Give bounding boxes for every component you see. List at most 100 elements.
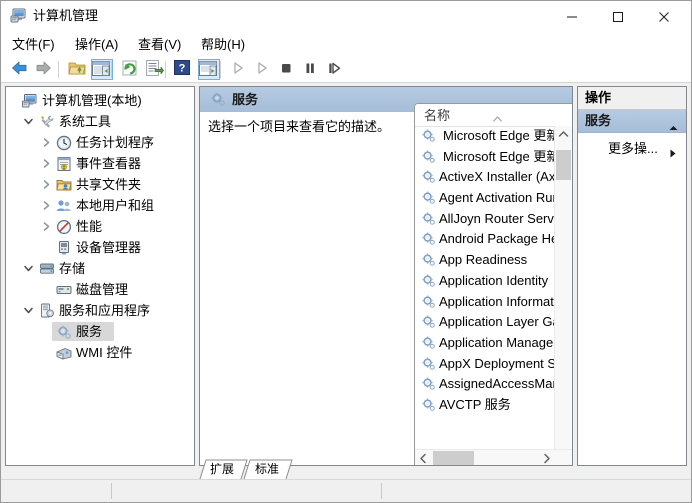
toolbar: ? xyxy=(1,57,691,83)
show-hide-action-pane-button[interactable] xyxy=(198,59,220,80)
table-row[interactable]: AssignedAccessMana xyxy=(415,374,555,395)
back-button[interactable] xyxy=(9,59,31,80)
show-hide-console-tree-button[interactable] xyxy=(91,59,113,80)
table-row[interactable]: Application Informati xyxy=(415,292,555,313)
chevron-up-icon[interactable] xyxy=(669,118,678,124)
chevron-down-icon[interactable] xyxy=(22,115,35,128)
service-gear-icon xyxy=(421,397,436,412)
service-gear-icon xyxy=(421,376,436,391)
service-name: Android Package He xyxy=(439,230,555,248)
service-gear-icon xyxy=(421,211,436,226)
scrollbar-thumb[interactable] xyxy=(556,150,571,180)
service-name: App Readiness xyxy=(439,251,527,269)
tree-node-services-and-applications[interactable]: 服务和应用程序 xyxy=(6,300,194,321)
chevron-down-icon[interactable] xyxy=(22,304,35,317)
console-tree-pane[interactable]: 计算机管理(本地) 系统工具 xyxy=(5,86,195,466)
tab-label: 标准 xyxy=(255,461,279,477)
menu-file[interactable]: 文件(F) xyxy=(7,35,60,54)
export-list-button[interactable] xyxy=(144,59,166,80)
chevron-right-icon[interactable] xyxy=(40,220,53,233)
tree-node-system-tools[interactable]: 系统工具 xyxy=(6,111,194,132)
table-row[interactable]: Android Package He xyxy=(415,229,555,250)
services-list-vertical-scrollbar[interactable] xyxy=(554,126,572,466)
start-service-button[interactable] xyxy=(229,59,251,80)
table-row[interactable]: AppX Deployment Se xyxy=(415,354,555,375)
menu-help[interactable]: 帮助(H) xyxy=(196,35,250,54)
chevron-right-icon[interactable] xyxy=(40,157,53,170)
services-apps-icon xyxy=(39,303,55,319)
service-gear-icon xyxy=(421,169,436,184)
tree-node-services[interactable]: 服务 xyxy=(6,321,194,342)
service-name: Application Informati xyxy=(439,293,555,311)
actions-item-label: 更多操... xyxy=(608,140,658,157)
service-gear-icon xyxy=(421,294,436,309)
title-bar: 计算机管理 xyxy=(1,1,691,32)
scroll-left-button[interactable] xyxy=(415,450,432,466)
services-column-header[interactable]: 名称 xyxy=(415,104,572,127)
service-name: AVCTP 服务 xyxy=(439,396,511,414)
tree-node-label: 任务计划程序 xyxy=(76,134,154,151)
table-row[interactable]: Agent Activation Run xyxy=(415,188,555,209)
tree-node-label: 共享文件夹 xyxy=(76,176,141,193)
restart-service-button[interactable] xyxy=(253,59,275,80)
menu-view[interactable]: 查看(V) xyxy=(133,35,186,54)
actions-group-label: 服务 xyxy=(585,112,611,129)
chevron-right-icon[interactable] xyxy=(40,178,53,191)
services-list-panel: 名称 Microsoft Edge 更新 xyxy=(414,103,572,466)
tree-node-performance[interactable]: 性能 xyxy=(6,216,194,237)
window-title: 计算机管理 xyxy=(33,7,98,25)
submenu-arrow-icon xyxy=(670,145,676,154)
pause-icon xyxy=(301,59,319,77)
service-gear-icon xyxy=(421,335,436,350)
services-list-horizontal-scrollbar[interactable] xyxy=(415,449,572,466)
tree-node-shared-folders[interactable]: 共享文件夹 xyxy=(6,174,194,195)
tree-node-wmi-control[interactable]: WMI 控件 xyxy=(6,342,194,363)
maximize-button[interactable] xyxy=(595,1,641,32)
chevron-right-icon[interactable] xyxy=(40,136,53,149)
column-header-name: 名称 xyxy=(424,107,450,124)
actions-title-bar: 操作 xyxy=(578,87,686,110)
actions-group-header[interactable]: 服务 xyxy=(578,110,686,133)
table-row[interactable]: App Readiness xyxy=(415,250,555,271)
stop-icon xyxy=(277,59,295,77)
resume-service-button[interactable] xyxy=(325,59,347,80)
scroll-up-button[interactable] xyxy=(555,126,572,143)
table-row[interactable]: ActiveX Installer (AxIn xyxy=(415,167,555,188)
actions-pane: 操作 服务 更多操... xyxy=(577,86,687,466)
minimize-button[interactable] xyxy=(549,1,595,32)
chevron-right-icon[interactable] xyxy=(40,199,53,212)
tree-node-local-users-groups[interactable]: 本地用户和组 xyxy=(6,195,194,216)
scroll-right-button[interactable] xyxy=(538,450,555,466)
play-icon xyxy=(229,59,247,77)
scrollbar-thumb[interactable] xyxy=(433,451,474,466)
tree-node-storage[interactable]: 存储 xyxy=(6,258,194,279)
service-name: AllJoyn Router Servic xyxy=(439,210,555,228)
table-row[interactable]: Microsoft Edge 更新 xyxy=(415,147,555,168)
stop-service-button[interactable] xyxy=(277,59,299,80)
forward-button[interactable] xyxy=(34,59,56,80)
tree-node-computer-management[interactable]: 计算机管理(本地) xyxy=(6,90,194,111)
table-row[interactable]: Application Manager xyxy=(415,333,555,354)
menu-action[interactable]: 操作(A) xyxy=(70,35,123,54)
chevron-down-icon[interactable] xyxy=(22,262,35,275)
services-rows[interactable]: Microsoft Edge 更新 Microsoft Edge 更新 Acti… xyxy=(415,126,555,446)
content-area: 计算机管理(本地) 系统工具 xyxy=(1,83,691,502)
table-row[interactable]: Application Layer Gat xyxy=(415,312,555,333)
table-row[interactable]: Microsoft Edge 更新 xyxy=(415,126,555,147)
tree-node-device-manager[interactable]: 设备管理器 xyxy=(6,237,194,258)
tree-node-event-viewer[interactable]: 事件查看器 xyxy=(6,153,194,174)
help-button[interactable]: ? xyxy=(174,59,196,80)
close-button[interactable] xyxy=(641,1,687,32)
actions-more-actions-item[interactable]: 更多操... xyxy=(578,139,686,159)
tree-node-label: 计算机管理(本地) xyxy=(42,92,142,109)
table-row[interactable]: Application Identity xyxy=(415,271,555,292)
table-row[interactable]: AVCTP 服务 xyxy=(415,395,555,416)
table-row[interactable]: AllJoyn Router Servic xyxy=(415,209,555,230)
tree-node-disk-management[interactable]: 磁盘管理 xyxy=(6,279,194,300)
tab-standard[interactable]: 标准 xyxy=(243,459,299,480)
refresh-button[interactable] xyxy=(120,59,142,80)
tree-node-task-scheduler[interactable]: 任务计划程序 xyxy=(6,132,194,153)
console-tree-icon xyxy=(92,61,110,77)
pause-service-button[interactable] xyxy=(301,59,323,80)
up-one-level-button[interactable] xyxy=(67,59,89,80)
